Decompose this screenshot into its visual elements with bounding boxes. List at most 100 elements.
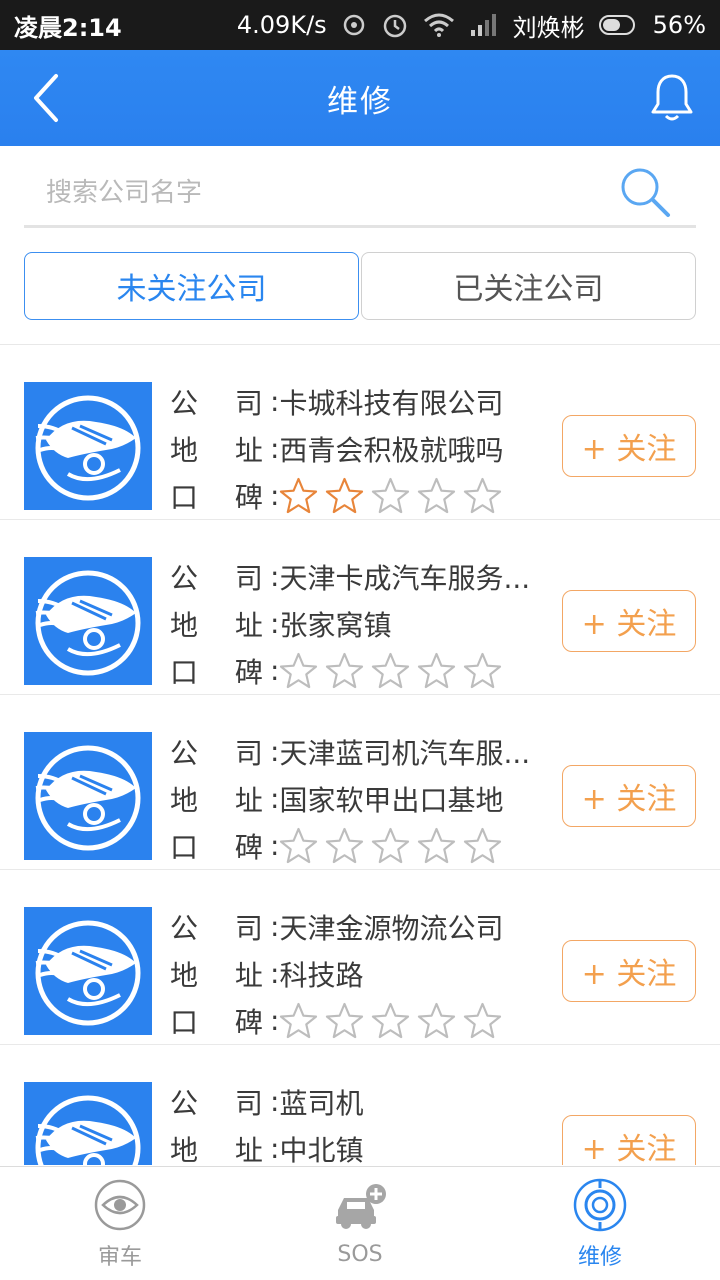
company-logo-icon xyxy=(35,920,141,1026)
back-arrow-icon xyxy=(34,74,58,122)
company-logo xyxy=(24,732,152,860)
status-bar: 凌晨2:14 4.09K/s 刘焕彬 56% xyxy=(0,0,720,50)
company-address: 西青会积极就哦吗 xyxy=(279,433,504,467)
network-speed: 4.09K/s xyxy=(236,11,327,39)
star-empty-icon xyxy=(326,827,364,864)
notification-button[interactable] xyxy=(642,68,702,128)
colon: : xyxy=(270,432,280,465)
follow-button[interactable]: + 关注 xyxy=(562,765,696,827)
star-empty-icon xyxy=(418,652,456,689)
star-empty-icon xyxy=(326,652,364,689)
carrier-name: 刘焕彬 xyxy=(512,13,585,42)
star-empty-icon xyxy=(372,652,410,689)
company-row[interactable]: 公 司: 天津金源物流公司地 址: 科技路口 碑: + 关注 xyxy=(0,870,720,1045)
company-row[interactable]: 公 司:蓝司机地 址:中北镇口 碑:+ 关注 xyxy=(0,1045,720,1165)
company-address-line: 地 址: 国家软甲出口基地 xyxy=(170,775,540,822)
nav-label-repair: 维修 xyxy=(577,1244,622,1270)
colon: : xyxy=(270,829,280,862)
nav-item-inspection[interactable]: 审车 xyxy=(0,1167,240,1280)
rating-label: 口 碑 xyxy=(170,1005,277,1039)
follow-button[interactable]: + 关注 xyxy=(562,415,696,477)
battery-level: 56% xyxy=(652,11,706,39)
company-rating-line: 口 碑: xyxy=(170,997,540,1044)
star-empty-icon xyxy=(464,1002,502,1039)
address-label: 地 址 xyxy=(170,608,277,642)
company-name-line: 公 司: 天津金源物流公司 xyxy=(170,903,540,950)
star-filled-icon xyxy=(280,477,318,514)
company-logo xyxy=(24,1082,152,1165)
colon: : xyxy=(270,1085,280,1118)
company-logo xyxy=(24,907,152,1035)
search-button[interactable] xyxy=(614,161,678,225)
status-time: 凌晨2:14 xyxy=(14,13,122,42)
colon: : xyxy=(270,560,280,593)
company-list: 公 司: 卡城科技有限公司地 址: 西青会积极就哦吗口 碑: + 关注公 司: 天津卡成… xyxy=(0,345,720,1165)
address-label: 地 址 xyxy=(170,958,277,992)
car-plus-icon xyxy=(332,1180,388,1236)
company-address: 张家窝镇 xyxy=(279,608,392,642)
star-empty-icon xyxy=(464,827,502,864)
star-empty-icon xyxy=(418,1002,456,1039)
star-empty-icon xyxy=(464,652,502,689)
tab-followed[interactable]: 已关注公司 xyxy=(361,252,696,320)
company-row[interactable]: 公 司: 天津卡成汽车服务... 地 址: 张家窝镇口 碑: + 关注 xyxy=(0,520,720,695)
company-info: 公 司: 天津金源物流公司地 址: 科技路口 碑: xyxy=(170,903,540,1044)
search-bar xyxy=(24,160,696,228)
colon: : xyxy=(270,607,280,640)
company-info: 公 司: 卡城科技有限公司地 址: 西青会积极就哦吗口 碑: xyxy=(170,378,540,519)
rating-label: 口 碑 xyxy=(170,830,277,864)
colon: : xyxy=(270,735,280,768)
star-filled-icon xyxy=(326,477,364,514)
page-title: 维修 xyxy=(327,83,393,120)
search-input[interactable] xyxy=(24,162,614,223)
colon: : xyxy=(270,782,280,815)
rating-stars xyxy=(279,652,502,689)
star-empty-icon xyxy=(418,477,456,514)
colon: : xyxy=(270,385,280,418)
company-logo xyxy=(24,557,152,685)
company-name: 天津蓝司机汽车服... xyxy=(279,736,531,770)
company-name-line: 公 司: 蓝司机 xyxy=(170,1078,540,1125)
colon: : xyxy=(270,1132,280,1165)
star-empty-icon xyxy=(326,1002,364,1039)
company-address-line: 地 址: 张家窝镇 xyxy=(170,600,540,647)
repair-circle-icon xyxy=(572,1177,628,1233)
company-logo-icon xyxy=(35,745,141,851)
company-rating-line: 口 碑: xyxy=(170,472,540,519)
rating-stars xyxy=(279,1002,502,1039)
company-label: 公 司 xyxy=(170,911,277,945)
alarm-icon xyxy=(381,11,409,39)
company-address-line: 地 址: 科技路 xyxy=(170,950,540,997)
rating-label: 口 碑 xyxy=(170,480,277,514)
company-label: 公 司 xyxy=(170,561,277,595)
follow-button[interactable]: + 关注 xyxy=(562,940,696,1002)
star-empty-icon xyxy=(418,827,456,864)
colon: : xyxy=(270,957,280,990)
colon: : xyxy=(270,654,280,687)
star-empty-icon xyxy=(372,477,410,514)
company-logo-icon xyxy=(35,570,141,676)
tab-unfollowed[interactable]: 未关注公司 xyxy=(24,252,359,320)
nav-item-repair[interactable]: 维修 xyxy=(480,1167,720,1280)
wifi-icon xyxy=(423,13,455,37)
bottom-nav: 审车 SOS 维修 xyxy=(0,1166,720,1280)
follow-button[interactable]: + 关注 xyxy=(562,1115,696,1165)
company-address-line: 地 址: 中北镇 xyxy=(170,1125,540,1165)
back-button[interactable] xyxy=(16,68,76,128)
company-row[interactable]: 公 司: 卡城科技有限公司地 址: 西青会积极就哦吗口 碑: + 关注 xyxy=(0,345,720,520)
company-logo-icon xyxy=(35,1095,141,1165)
star-empty-icon xyxy=(280,827,318,864)
colon: : xyxy=(270,1004,280,1037)
follow-button[interactable]: + 关注 xyxy=(562,590,696,652)
company-rating-line: 口 碑: xyxy=(170,647,540,694)
company-address-line: 地 址: 西青会积极就哦吗 xyxy=(170,425,540,472)
rating-stars xyxy=(279,827,502,864)
nav-item-sos[interactable]: SOS xyxy=(240,1167,480,1280)
rating-label: 口 碑 xyxy=(170,655,277,689)
rating-stars xyxy=(279,477,502,514)
company-name-line: 公 司: 天津卡成汽车服务... xyxy=(170,553,540,600)
follow-tabs: 未关注公司 已关注公司 xyxy=(24,252,696,320)
company-info: 公 司: 天津卡成汽车服务... 地 址: 张家窝镇口 碑: xyxy=(170,553,540,694)
company-row[interactable]: 公 司: 天津蓝司机汽车服... 地 址: 国家软甲出口基地口 碑: + 关注 xyxy=(0,695,720,870)
star-empty-icon xyxy=(280,652,318,689)
